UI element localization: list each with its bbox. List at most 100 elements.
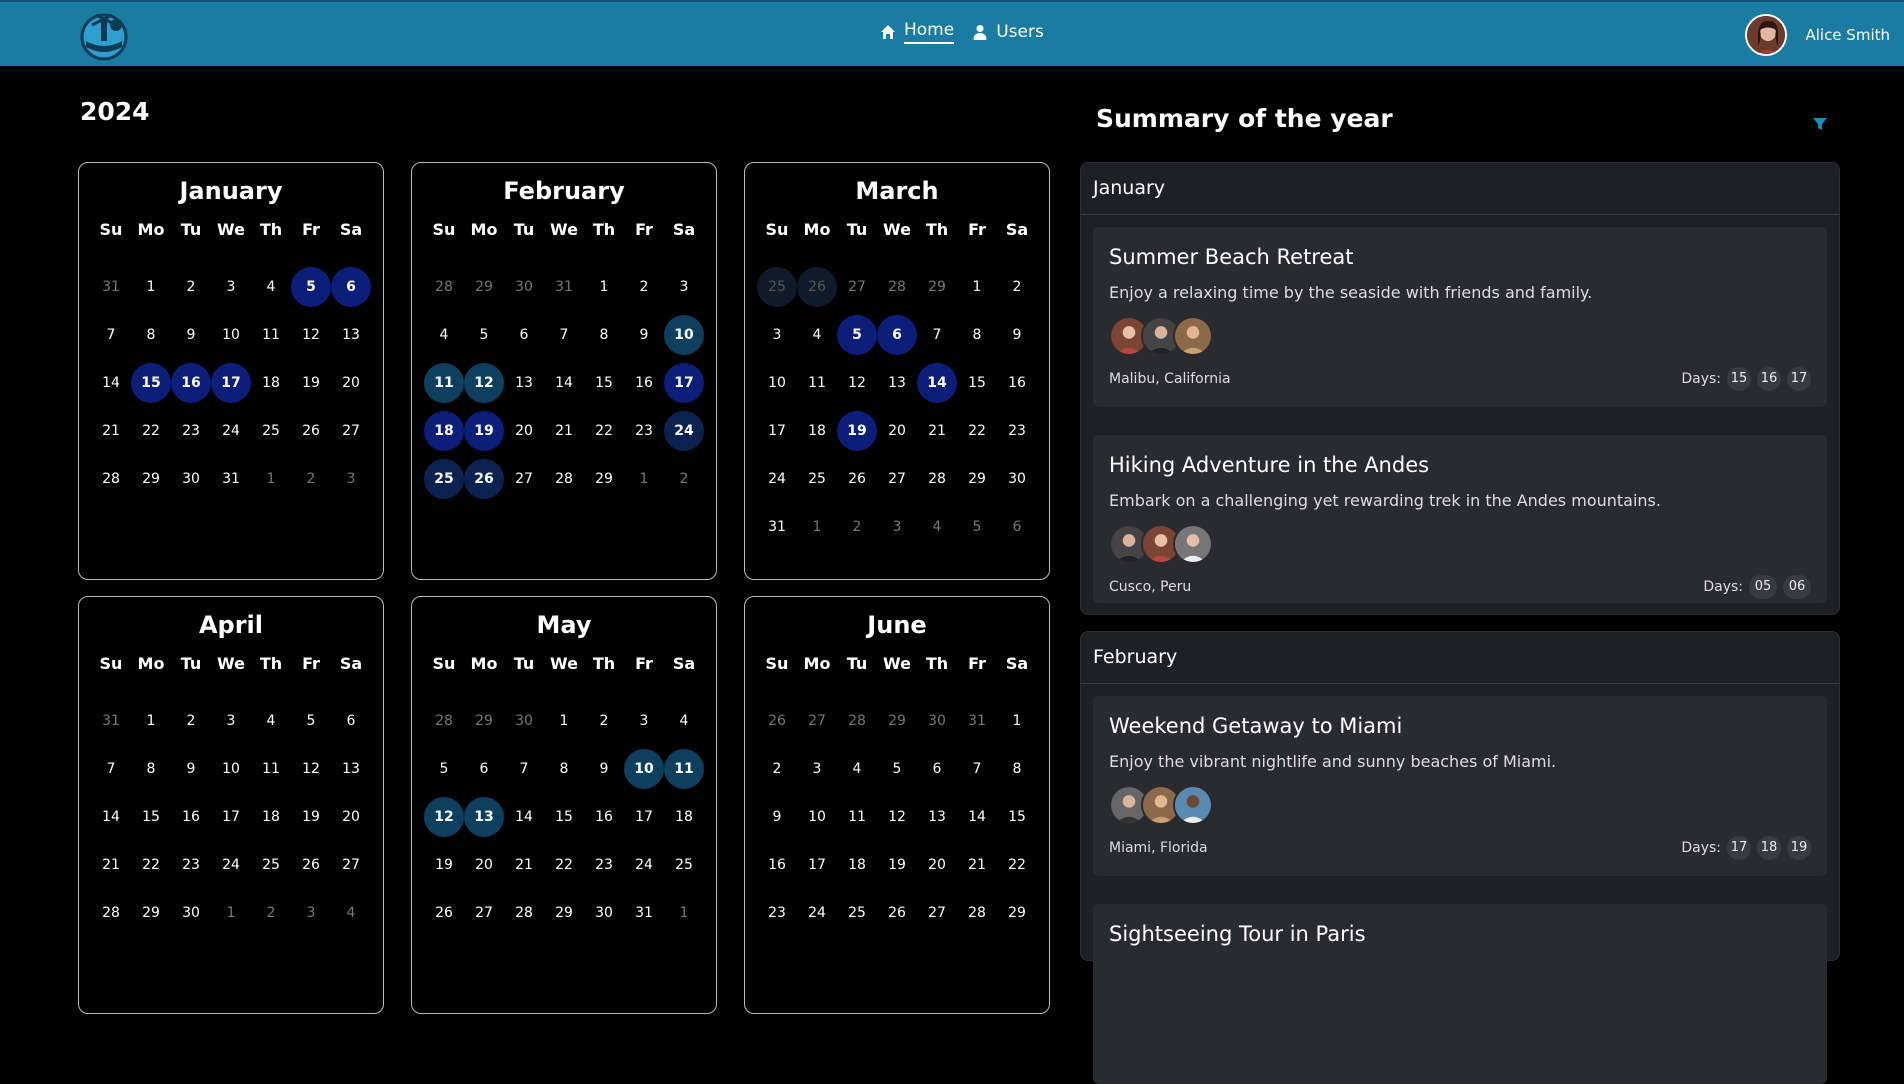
calendar-day[interactable]: 27 [877, 459, 917, 499]
calendar-day[interactable]: 7 [544, 315, 584, 355]
calendar-day[interactable]: 30 [171, 893, 211, 933]
calendar-day[interactable]: 10 [664, 315, 704, 355]
calendar-day[interactable]: 31 [757, 507, 797, 547]
calendar-day[interactable]: 16 [171, 363, 211, 403]
calendar-day[interactable]: 19 [837, 411, 877, 451]
calendar-day[interactable]: 18 [664, 797, 704, 837]
calendar-day[interactable]: 5 [291, 701, 331, 741]
calendar-day[interactable]: 14 [504, 797, 544, 837]
calendar-day[interactable]: 6 [877, 315, 917, 355]
calendar-day[interactable]: 14 [91, 797, 131, 837]
calendar-day[interactable]: 22 [544, 845, 584, 885]
filter-icon[interactable] [1812, 116, 1828, 132]
calendar-day[interactable]: 17 [624, 797, 664, 837]
calendar-day[interactable]: 18 [251, 797, 291, 837]
calendar-day[interactable]: 3 [877, 507, 917, 547]
calendar-day[interactable]: 8 [584, 315, 624, 355]
calendar-day[interactable]: 29 [131, 893, 171, 933]
calendar-day[interactable]: 2 [171, 267, 211, 307]
calendar-day[interactable]: 30 [997, 459, 1037, 499]
calendar-day[interactable]: 27 [837, 267, 877, 307]
calendar-day[interactable]: 2 [291, 459, 331, 499]
calendar-day[interactable]: 9 [171, 315, 211, 355]
calendar-day[interactable]: 9 [584, 749, 624, 789]
calendar-day[interactable]: 19 [424, 845, 464, 885]
calendar-day[interactable]: 21 [957, 845, 997, 885]
calendar-day[interactable]: 1 [797, 507, 837, 547]
calendar-day[interactable]: 1 [544, 701, 584, 741]
trip-card[interactable]: Weekend Getaway to Miami Enjoy the vibra… [1093, 696, 1827, 876]
calendar-day[interactable]: 20 [877, 411, 917, 451]
calendar-day[interactable]: 4 [251, 701, 291, 741]
calendar-day[interactable]: 27 [504, 459, 544, 499]
calendar-day[interactable]: 11 [251, 749, 291, 789]
calendar-day[interactable]: 20 [504, 411, 544, 451]
calendar-day[interactable]: 18 [837, 845, 877, 885]
calendar-day[interactable]: 2 [624, 267, 664, 307]
calendar-day[interactable]: 25 [757, 267, 797, 307]
calendar-day[interactable]: 21 [544, 411, 584, 451]
calendar-day[interactable]: 27 [917, 893, 957, 933]
calendar-day[interactable]: 19 [464, 411, 504, 451]
calendar-day[interactable]: 26 [291, 411, 331, 451]
calendar-day[interactable]: 31 [957, 701, 997, 741]
calendar-day[interactable]: 28 [957, 893, 997, 933]
calendar-day[interactable]: 26 [757, 701, 797, 741]
calendar-day[interactable]: 24 [624, 845, 664, 885]
calendar-day[interactable]: 25 [664, 845, 704, 885]
calendar-day[interactable]: 27 [331, 845, 371, 885]
calendar-day[interactable]: 22 [584, 411, 624, 451]
calendar-day[interactable]: 9 [757, 797, 797, 837]
calendar-day[interactable]: 2 [837, 507, 877, 547]
calendar-day[interactable]: 14 [917, 363, 957, 403]
calendar-day[interactable]: 3 [211, 267, 251, 307]
calendar-day[interactable]: 23 [171, 411, 211, 451]
calendar-day[interactable]: 29 [464, 267, 504, 307]
calendar-day[interactable]: 29 [997, 893, 1037, 933]
calendar-day[interactable]: 29 [544, 893, 584, 933]
calendar-day[interactable]: 15 [131, 797, 171, 837]
calendar-day[interactable]: 26 [797, 267, 837, 307]
user-menu[interactable]: Alice Smith [1745, 14, 1890, 56]
calendar-day[interactable]: 7 [504, 749, 544, 789]
calendar-day[interactable]: 26 [424, 893, 464, 933]
calendar-day[interactable]: 31 [544, 267, 584, 307]
calendar-day[interactable]: 22 [131, 845, 171, 885]
calendar-day[interactable]: 21 [917, 411, 957, 451]
calendar-day[interactable]: 6 [464, 749, 504, 789]
calendar-day[interactable]: 24 [664, 411, 704, 451]
calendar-day[interactable]: 1 [131, 701, 171, 741]
user-avatar[interactable] [1745, 14, 1788, 56]
calendar-day[interactable]: 18 [251, 363, 291, 403]
calendar-day[interactable]: 3 [211, 701, 251, 741]
app-logo-icon[interactable] [76, 11, 132, 61]
calendar-day[interactable]: 9 [997, 315, 1037, 355]
calendar-day[interactable]: 28 [504, 893, 544, 933]
calendar-day[interactable]: 22 [997, 845, 1037, 885]
calendar-day[interactable]: 16 [624, 363, 664, 403]
calendar-day[interactable]: 7 [917, 315, 957, 355]
calendar-day[interactable]: 8 [131, 749, 171, 789]
calendar-day[interactable]: 12 [877, 797, 917, 837]
calendar-day[interactable]: 5 [837, 315, 877, 355]
calendar-day[interactable]: 30 [171, 459, 211, 499]
calendar-day[interactable]: 30 [504, 701, 544, 741]
calendar-day[interactable]: 2 [251, 893, 291, 933]
trip-card[interactable]: Summer Beach Retreat Enjoy a relaxing ti… [1093, 227, 1827, 407]
calendar-day[interactable]: 10 [211, 315, 251, 355]
calendar-day[interactable]: 24 [797, 893, 837, 933]
calendar-day[interactable]: 4 [797, 315, 837, 355]
calendar-day[interactable]: 30 [917, 701, 957, 741]
calendar-day[interactable]: 5 [957, 507, 997, 547]
calendar-day[interactable]: 9 [171, 749, 211, 789]
calendar-day[interactable]: 27 [331, 411, 371, 451]
calendar-day[interactable]: 7 [91, 315, 131, 355]
calendar-day[interactable]: 24 [211, 411, 251, 451]
trip-card[interactable]: Sightseeing Tour in Paris [1093, 904, 1827, 1084]
calendar-day[interactable]: 27 [797, 701, 837, 741]
calendar-day[interactable]: 1 [624, 459, 664, 499]
calendar-day[interactable]: 3 [624, 701, 664, 741]
calendar-day[interactable]: 31 [91, 267, 131, 307]
calendar-day[interactable]: 24 [211, 845, 251, 885]
nav-users-link[interactable]: Users [972, 22, 1044, 42]
